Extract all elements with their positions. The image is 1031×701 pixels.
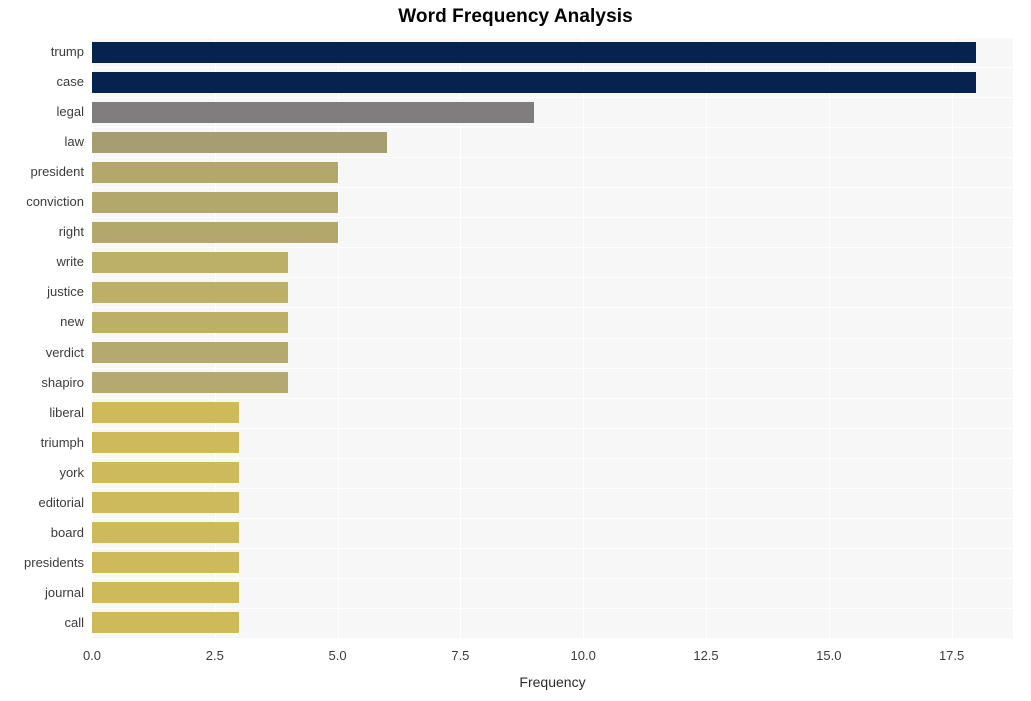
y-axis-tick-label: editorial bbox=[38, 494, 84, 510]
bar bbox=[92, 71, 977, 93]
bar bbox=[92, 432, 240, 454]
y-axis-tick-label: conviction bbox=[26, 194, 84, 210]
x-axis-tick-label: 0.0 bbox=[82, 648, 102, 663]
horizontal-gridline bbox=[92, 187, 1013, 188]
x-axis-label: Frequency bbox=[519, 674, 586, 690]
y-axis-tick-label: journal bbox=[44, 584, 84, 600]
horizontal-gridline bbox=[92, 368, 1013, 369]
bar bbox=[92, 552, 240, 574]
bar bbox=[92, 221, 338, 243]
y-axis-tick-label: call bbox=[64, 614, 84, 630]
bar bbox=[92, 462, 240, 484]
horizontal-gridline bbox=[92, 277, 1013, 278]
y-axis-tick-label: shapiro bbox=[41, 374, 84, 390]
horizontal-gridline bbox=[92, 217, 1013, 218]
y-axis-tick-label: write bbox=[56, 254, 84, 270]
horizontal-gridline bbox=[92, 67, 1013, 68]
bar bbox=[92, 342, 289, 364]
horizontal-gridline bbox=[92, 488, 1013, 489]
bar bbox=[92, 522, 240, 544]
bar bbox=[92, 402, 240, 424]
y-axis-tick-label: trump bbox=[50, 44, 84, 60]
horizontal-gridline bbox=[92, 37, 1013, 38]
bar bbox=[92, 131, 387, 153]
x-axis-tick-label: 2.5 bbox=[205, 648, 224, 663]
chart-title: Word Frequency Analysis bbox=[398, 6, 633, 27]
bar bbox=[92, 41, 977, 63]
y-axis-tick-label: law bbox=[64, 134, 84, 150]
bar bbox=[92, 281, 289, 303]
bar bbox=[92, 492, 240, 514]
horizontal-gridline bbox=[92, 398, 1013, 399]
horizontal-gridline bbox=[92, 157, 1013, 158]
bar bbox=[92, 612, 240, 634]
bar bbox=[92, 251, 289, 273]
y-axis-tick-label: new bbox=[60, 314, 84, 330]
y-axis-tick-label: triumph bbox=[40, 434, 84, 450]
y-axis-tick-label: liberal bbox=[49, 404, 84, 420]
y-axis-tick-label: right bbox=[58, 224, 84, 240]
bar bbox=[92, 101, 535, 123]
bar bbox=[92, 191, 338, 213]
bar bbox=[92, 582, 240, 604]
horizontal-gridline bbox=[92, 307, 1013, 308]
x-axis-tick-label: 10.0 bbox=[570, 648, 596, 663]
x-axis-tick-label: 7.5 bbox=[451, 648, 470, 663]
horizontal-gridline bbox=[92, 97, 1013, 98]
horizontal-gridline bbox=[92, 247, 1013, 248]
bar bbox=[92, 161, 338, 183]
y-axis-tick-label: president bbox=[30, 164, 84, 180]
y-axis-tick-label: presidents bbox=[24, 554, 84, 570]
bar bbox=[92, 372, 289, 394]
horizontal-gridline bbox=[92, 578, 1013, 579]
horizontal-gridline bbox=[92, 518, 1013, 519]
bar bbox=[92, 311, 289, 333]
horizontal-gridline bbox=[92, 458, 1013, 459]
horizontal-gridline bbox=[92, 428, 1013, 429]
x-axis-tick-label: 15.0 bbox=[816, 648, 842, 663]
x-axis-tick-label: 5.0 bbox=[328, 648, 347, 663]
y-axis-tick-label: board bbox=[50, 524, 84, 540]
y-axis-tick-label: legal bbox=[56, 104, 84, 120]
horizontal-gridline bbox=[92, 127, 1013, 128]
horizontal-gridline bbox=[92, 338, 1013, 339]
horizontal-gridline bbox=[92, 608, 1013, 609]
y-axis-tick-label: verdict bbox=[45, 344, 84, 360]
chart-figure: Word Frequency Analysis trump case legal la… bbox=[0, 0, 1031, 701]
x-axis-tick-label: 12.5 bbox=[693, 648, 719, 663]
horizontal-gridline bbox=[92, 548, 1013, 549]
x-axis-tick-label: 17.5 bbox=[938, 648, 965, 663]
y-axis-tick-label: york bbox=[59, 464, 84, 480]
y-axis-tick-label: justice bbox=[47, 284, 84, 300]
plot-area bbox=[92, 37, 1013, 638]
y-axis-tick-label: case bbox=[56, 74, 84, 90]
